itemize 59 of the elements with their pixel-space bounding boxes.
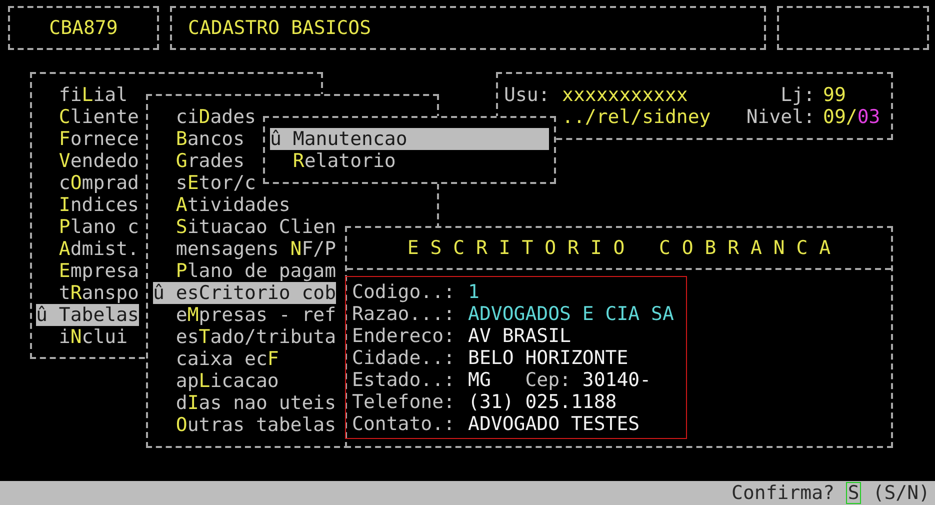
level-number: 03 [857, 106, 880, 128]
menu-item[interactable]: cOmprad [36, 172, 139, 194]
field-label: Cep: [525, 369, 571, 391]
directory-path: ../rel/sidney [562, 106, 711, 128]
menu-item[interactable]: Plano de pagam [153, 260, 336, 282]
menu-item[interactable]: tRanspo [36, 282, 139, 304]
level-number: 09/ [823, 106, 858, 128]
menu-item[interactable]: û Manutencao [270, 128, 549, 150]
menu-item[interactable]: apLicacao [153, 370, 279, 392]
menu-item[interactable]: iNclui [36, 326, 128, 348]
menu-item[interactable]: sEtor/c [153, 172, 256, 194]
menu-item[interactable]: Plano c [36, 216, 139, 238]
level-label: Nivel: [746, 106, 815, 128]
menu-item[interactable]: caixa ecF [153, 348, 279, 370]
menu-item[interactable]: dIas nao uteis [153, 392, 336, 414]
menu-item[interactable]: Cliente [36, 106, 139, 128]
menu-item[interactable]: Empresa [36, 260, 139, 282]
field-value: 1 [468, 281, 480, 303]
menu-item[interactable]: Fornece [36, 128, 139, 150]
field-label: Cidade..: [352, 347, 455, 369]
field-label: Razao...: [352, 303, 455, 325]
program-code: CBA879 [49, 17, 118, 39]
field-value: (31) 025.1188 [468, 391, 617, 413]
field-value: AV BRASIL [468, 325, 571, 347]
menu-item[interactable]: Relatorio [270, 150, 549, 172]
field-value: ADVOGADOS E CIA SA [468, 303, 674, 325]
field-value: 30140- [582, 369, 652, 391]
menu-item[interactable]: û Tabelas [36, 304, 139, 326]
menu-item[interactable]: Atividades [153, 194, 290, 216]
answer-options: (S/N) [872, 482, 930, 504]
user-label: Usu: [504, 84, 550, 106]
menu-item[interactable]: mensagens NF/P [153, 238, 336, 260]
menu-item[interactable]: Admist. [36, 238, 139, 260]
menu-item[interactable]: û esC ritorio cob [153, 282, 336, 304]
field-value: MG [468, 369, 491, 391]
menu-item[interactable]: Indices [36, 194, 139, 216]
confirm-prompt: Confirma? [732, 482, 834, 504]
user-name: xxxxxxxxxxx [562, 84, 688, 106]
field-label: Endereco: [352, 325, 455, 347]
menu-item[interactable]: eMpresas - ref [153, 304, 336, 326]
field-value: ADVOGADO TESTES [468, 413, 640, 435]
field-label: Contato.: [352, 413, 455, 435]
menu-item[interactable]: Situacao Clien [153, 216, 336, 238]
menu-item[interactable]: Outras tabelas [153, 414, 336, 436]
field-label: Estado..: [352, 369, 455, 391]
field-label: Telefone: [352, 391, 455, 413]
store-number: 99 [823, 84, 846, 106]
menu-item[interactable]: ciDades [153, 106, 256, 128]
record-title: E S C R I T O R I O C O B R A N C A [407, 237, 831, 259]
menu-item[interactable]: Bancos [153, 128, 245, 150]
field-value: BELO HORIZONTE [468, 347, 628, 369]
menu-item[interactable]: G rades [153, 150, 245, 172]
field-label: Codigo..: [352, 281, 455, 303]
screen-title: CADASTRO BASICOS [188, 17, 372, 39]
input-field[interactable]: S [846, 482, 862, 504]
menu-item[interactable]: Vendedo [36, 150, 139, 172]
menu-item[interactable]: esTado/tributa [153, 326, 336, 348]
menu-item[interactable]: fiLial [36, 84, 128, 106]
store-label: Lj: [780, 84, 815, 106]
